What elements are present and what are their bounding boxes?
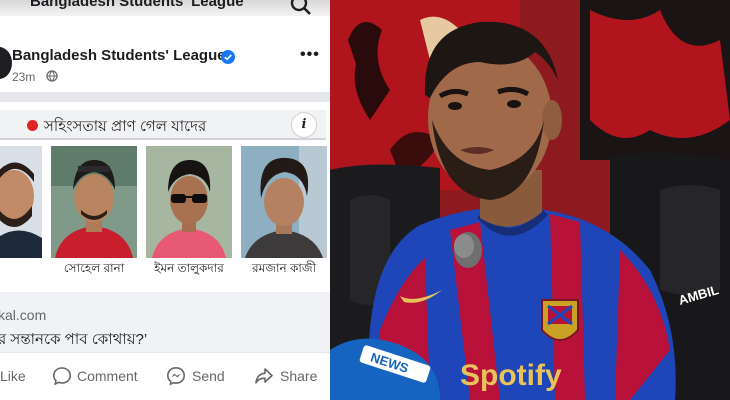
link-title[interactable]: র সন্তানকে পাব কোথায়?’ <box>0 328 147 353</box>
interview-photo: Spotify AMBIL NEWS <box>330 0 730 400</box>
info-icon[interactable]: i <box>291 112 317 138</box>
like-label: Like <box>0 368 26 384</box>
send-label: Send <box>192 368 225 384</box>
top-bar: Bangladesh Students' League <box>0 0 330 16</box>
like-button[interactable]: Like <box>0 368 26 384</box>
verified-badge-icon <box>221 50 235 64</box>
globe-icon <box>46 70 58 82</box>
page-avatar[interactable] <box>0 47 12 79</box>
red-dot-icon <box>27 120 38 131</box>
divider <box>0 92 330 102</box>
interview-photo-illustration: Spotify AMBIL NEWS <box>330 0 730 400</box>
victim-name-3: ইমন তালুকদার <box>154 261 224 275</box>
facebook-post-screenshot: Bangladesh Students' League Bangladesh S… <box>0 0 330 400</box>
comment-label: Comment <box>77 368 138 384</box>
victim-photo-2 <box>51 146 137 258</box>
more-options-icon[interactable]: ••• <box>300 46 320 64</box>
page-name[interactable]: Bangladesh Students' League <box>12 47 226 64</box>
post-action-bar: Like Comment Send Share <box>0 352 330 400</box>
share-label: Share <box>280 368 318 384</box>
victim-name-4: রমজান কাজী <box>251 261 317 275</box>
link-domain: kal.com <box>0 307 47 323</box>
comment-icon <box>52 367 72 386</box>
shared-image-card[interactable]: সহিংসতায় প্রাণ গেল যাদের i সোহেল রানা ই… <box>0 102 330 292</box>
victim-photo-3 <box>146 146 232 258</box>
card-footer <box>0 282 330 292</box>
victim-photo-4 <box>241 146 327 258</box>
comment-button[interactable]: Comment <box>52 367 138 386</box>
headline-text: সহিংসতায় প্রাণ গেল যাদের <box>44 118 207 135</box>
victim-name-2: সোহেল রানা <box>63 261 125 275</box>
jersey-sponsor-text: Spotify <box>460 359 562 392</box>
victim-photo-1 <box>0 146 42 258</box>
top-bar-title: Bangladesh Students' League <box>30 0 244 10</box>
share-button[interactable]: Share <box>254 368 317 384</box>
search-icon[interactable] <box>290 0 312 16</box>
post-timestamp[interactable]: 23m <box>12 70 35 84</box>
messenger-icon <box>166 366 186 386</box>
send-button[interactable]: Send <box>166 366 225 386</box>
share-icon <box>255 368 273 384</box>
headline-bar: সহিংসতায় প্রাণ গেল যাদের i <box>0 110 326 140</box>
link-preview[interactable]: kal.com র সন্তানকে পাব কোথায়?’ <box>0 292 330 352</box>
